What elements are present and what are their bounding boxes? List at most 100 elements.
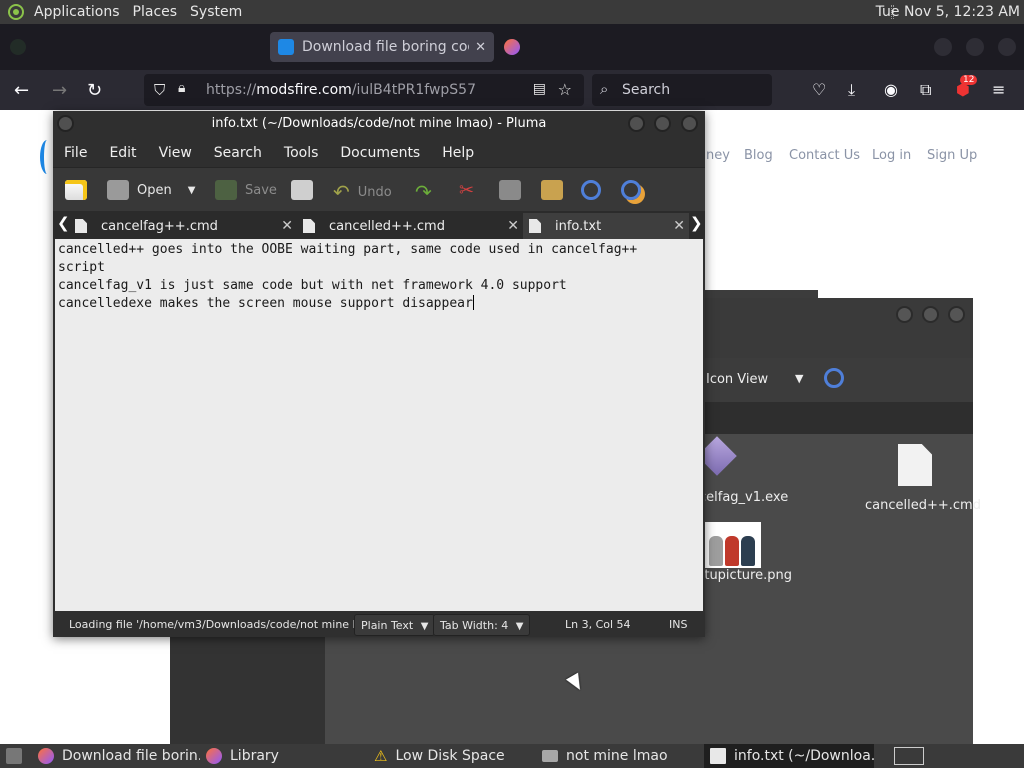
replace-button[interactable] <box>621 180 649 200</box>
site-nav-signup[interactable]: Sign Up <box>927 148 977 163</box>
menu-edit[interactable]: Edit <box>109 145 136 161</box>
syntax-select[interactable]: Plain Text ▼ <box>354 614 436 636</box>
menu-help[interactable]: Help <box>442 145 474 161</box>
menu-system[interactable]: System <box>186 4 251 20</box>
tab-info-txt[interactable]: info.txt ✕ <box>523 213 689 239</box>
close-tab-icon[interactable]: ✕ <box>673 218 685 234</box>
firefox-icon <box>206 748 222 764</box>
minimize-button[interactable] <box>628 115 645 132</box>
workspace-switcher[interactable] <box>888 744 928 768</box>
extensions-icon[interactable]: ⧉ <box>920 80 931 100</box>
document-icon <box>303 219 315 233</box>
file-name: rtupicture.png <box>699 568 792 583</box>
tab-cancelfag-cmd[interactable]: cancelfag++.cmd ✕ <box>69 213 297 239</box>
menu-documents[interactable]: Documents <box>340 145 420 161</box>
url-bar[interactable]: ⛉ 🔒︎ https://modsfire.com/iulB4tPR1fwpS5… <box>144 74 584 106</box>
site-nav-contact[interactable]: Contact Us <box>789 148 860 163</box>
save-button[interactable]: Save <box>215 180 277 200</box>
menu-search[interactable]: Search <box>214 145 262 161</box>
firefox-tab-inactive[interactable] <box>10 32 260 62</box>
close-window-button[interactable] <box>948 306 965 323</box>
file-item[interactable] <box>697 436 737 484</box>
firefox-nav-bar: ← → ↻ ⛉ 🔒︎ https://modsfire.com/iulB4tPR… <box>0 70 1024 110</box>
reload-icon[interactable]: ↻ <box>87 80 102 101</box>
close-tab-icon[interactable]: ✕ <box>281 218 293 234</box>
site-nav-blog[interactable]: Blog <box>744 148 773 163</box>
hamburger-menu-icon[interactable]: ≡ <box>992 80 1005 99</box>
maximize-button[interactable] <box>654 115 671 132</box>
insert-mode: INS <box>669 618 688 631</box>
maximize-button[interactable] <box>922 306 939 323</box>
search-icon: ⌕ <box>600 80 609 98</box>
task-pluma[interactable]: info.txt (~/Downloa... <box>704 744 874 768</box>
task-firefox[interactable]: Download file borin... <box>32 744 200 768</box>
menu-applications[interactable]: Applications <box>30 4 129 20</box>
downloads-icon[interactable]: ⤓ <box>848 80 855 100</box>
menu-tools[interactable]: Tools <box>284 145 319 161</box>
undo-button[interactable]: ↶ Undo <box>333 180 392 204</box>
close-tab-icon[interactable]: ✕ <box>507 218 519 234</box>
text-line: script <box>58 260 105 275</box>
new-document-button[interactable] <box>65 180 95 200</box>
lock-icon[interactable]: 🔒︎ <box>178 80 185 96</box>
chevron-down-icon[interactable]: ▼ <box>188 185 196 196</box>
document-icon <box>898 444 932 486</box>
firefox-tab-inactive[interactable] <box>504 32 704 62</box>
text-editor[interactable]: cancelled++ goes into the OOBE waiting p… <box>55 239 703 611</box>
close-window-button[interactable] <box>681 115 698 132</box>
reader-view-icon[interactable]: ▤ <box>533 81 546 97</box>
clock[interactable]: Tue Nov 5, 12:23 AM <box>876 4 1020 20</box>
pocket-icon[interactable]: ♡ <box>812 80 826 99</box>
menu-places[interactable]: Places <box>129 4 187 20</box>
menu-view[interactable]: View <box>159 145 192 161</box>
paste-button[interactable] <box>541 180 571 200</box>
open-button[interactable]: Open ▼ <box>107 180 195 200</box>
view-mode-select[interactable]: Icon View <box>706 372 768 387</box>
copy-button[interactable] <box>499 180 529 200</box>
document-tabs: ❮ cancelfag++.cmd ✕ cancelled++.cmd ✕ in… <box>53 211 705 239</box>
tab-scroll-left-icon[interactable]: ❮ <box>57 214 70 232</box>
minimize-button[interactable] <box>896 306 913 323</box>
syntax-label: Plain Text <box>361 619 414 632</box>
redo-icon: ↷ <box>415 180 432 204</box>
task-file-manager[interactable]: not mine lmao <box>536 744 704 768</box>
minimize-button[interactable] <box>934 38 952 56</box>
mate-logo-icon[interactable] <box>8 4 24 20</box>
cut-icon: ✂ <box>459 180 475 201</box>
tab-width-select[interactable]: Tab Width: 4 ▼ <box>433 614 531 636</box>
search-box[interactable]: ⌕ Search <box>592 74 772 106</box>
task-low-disk-space[interactable]: ⚠ Low Disk Space <box>368 744 536 768</box>
tab-cancelled-cmd[interactable]: cancelled++.cmd ✕ <box>297 213 523 239</box>
account-icon[interactable]: ◉ <box>884 80 898 99</box>
window-titlebar[interactable]: info.txt (~/Downloads/code/not mine lmao… <box>53 111 705 139</box>
print-button[interactable] <box>291 180 321 200</box>
site-logo[interactable] <box>40 140 54 174</box>
search-icon[interactable] <box>824 368 844 388</box>
redo-button[interactable]: ↷ <box>415 180 432 204</box>
menu-file[interactable]: File <box>64 145 87 161</box>
close-tab-icon[interactable]: ✕ <box>475 40 486 55</box>
close-window-button[interactable] <box>998 38 1016 56</box>
url-path: /iulB4tPR1fwpS57 <box>351 82 476 98</box>
window-menu-button[interactable] <box>57 115 74 132</box>
back-icon[interactable]: ← <box>14 80 29 101</box>
bookmark-star-icon[interactable]: ☆ <box>558 80 572 99</box>
tab-scroll-right-icon[interactable]: ❯ <box>690 214 703 232</box>
file-item[interactable]: cancelled++.cmd <box>865 444 981 513</box>
chevron-down-icon[interactable]: ▼ <box>795 372 803 385</box>
text-line: cancelledexe makes the screen mouse supp… <box>58 296 473 311</box>
site-nav-login[interactable]: Log in <box>872 148 911 163</box>
save-icon <box>215 180 237 200</box>
show-desktop-button[interactable] <box>0 744 28 768</box>
text-editor-icon <box>710 748 726 764</box>
find-button[interactable] <box>581 180 609 200</box>
undo-label: Undo <box>357 184 392 200</box>
forward-icon[interactable]: → <box>52 80 67 101</box>
shield-icon[interactable]: ⛉ <box>154 81 165 99</box>
taskbar: Download file borin... Library ⚠ Low Dis… <box>0 744 1024 768</box>
site-nav-money[interactable]: ney <box>706 148 730 163</box>
task-library[interactable]: Library <box>200 744 368 768</box>
firefox-tab-active[interactable]: Download file boring code.zip ✕ <box>270 32 494 62</box>
cut-button[interactable]: ✂ <box>459 180 474 201</box>
maximize-button[interactable] <box>966 38 984 56</box>
